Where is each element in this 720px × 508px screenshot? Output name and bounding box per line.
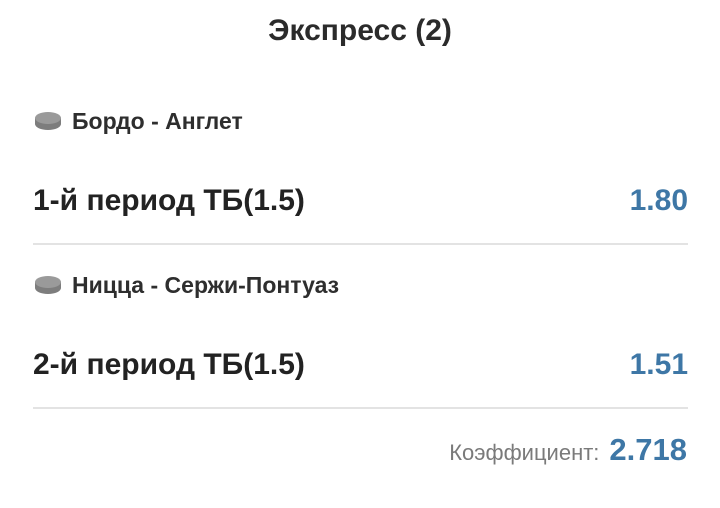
market-name: 2-й период ТБ(1.5) xyxy=(33,348,305,381)
market-row: 1-й период ТБ(1.5) 1.80 xyxy=(33,179,688,223)
hockey-puck-icon xyxy=(33,273,63,297)
match-row: Бордо - Англет xyxy=(33,107,688,135)
bet-item[interactable]: Ницца - Сержи-Понтуаз 2-й период ТБ(1.5)… xyxy=(33,271,688,409)
divider xyxy=(33,243,688,245)
total-coefficient-value: 2.718 xyxy=(609,432,687,467)
total-coefficient: Коэффициент: 2.718 xyxy=(449,432,687,468)
market-name: 1-й период ТБ(1.5) xyxy=(33,184,305,217)
odd-value: 1.51 xyxy=(629,348,688,381)
hockey-puck-icon xyxy=(33,109,63,133)
page-title: Экспресс (2) xyxy=(268,14,452,47)
odd-value: 1.80 xyxy=(629,184,688,217)
match-name: Бордо - Англет xyxy=(72,107,243,134)
divider xyxy=(33,407,688,409)
match-row: Ницца - Сержи-Понтуаз xyxy=(33,271,688,299)
total-coefficient-label: Коэффициент: xyxy=(449,440,600,465)
market-row: 2-й период ТБ(1.5) 1.51 xyxy=(33,343,688,387)
bet-item[interactable]: Бордо - Англет 1-й период ТБ(1.5) 1.80 xyxy=(33,107,688,245)
match-name: Ницца - Сержи-Понтуаз xyxy=(72,271,340,298)
